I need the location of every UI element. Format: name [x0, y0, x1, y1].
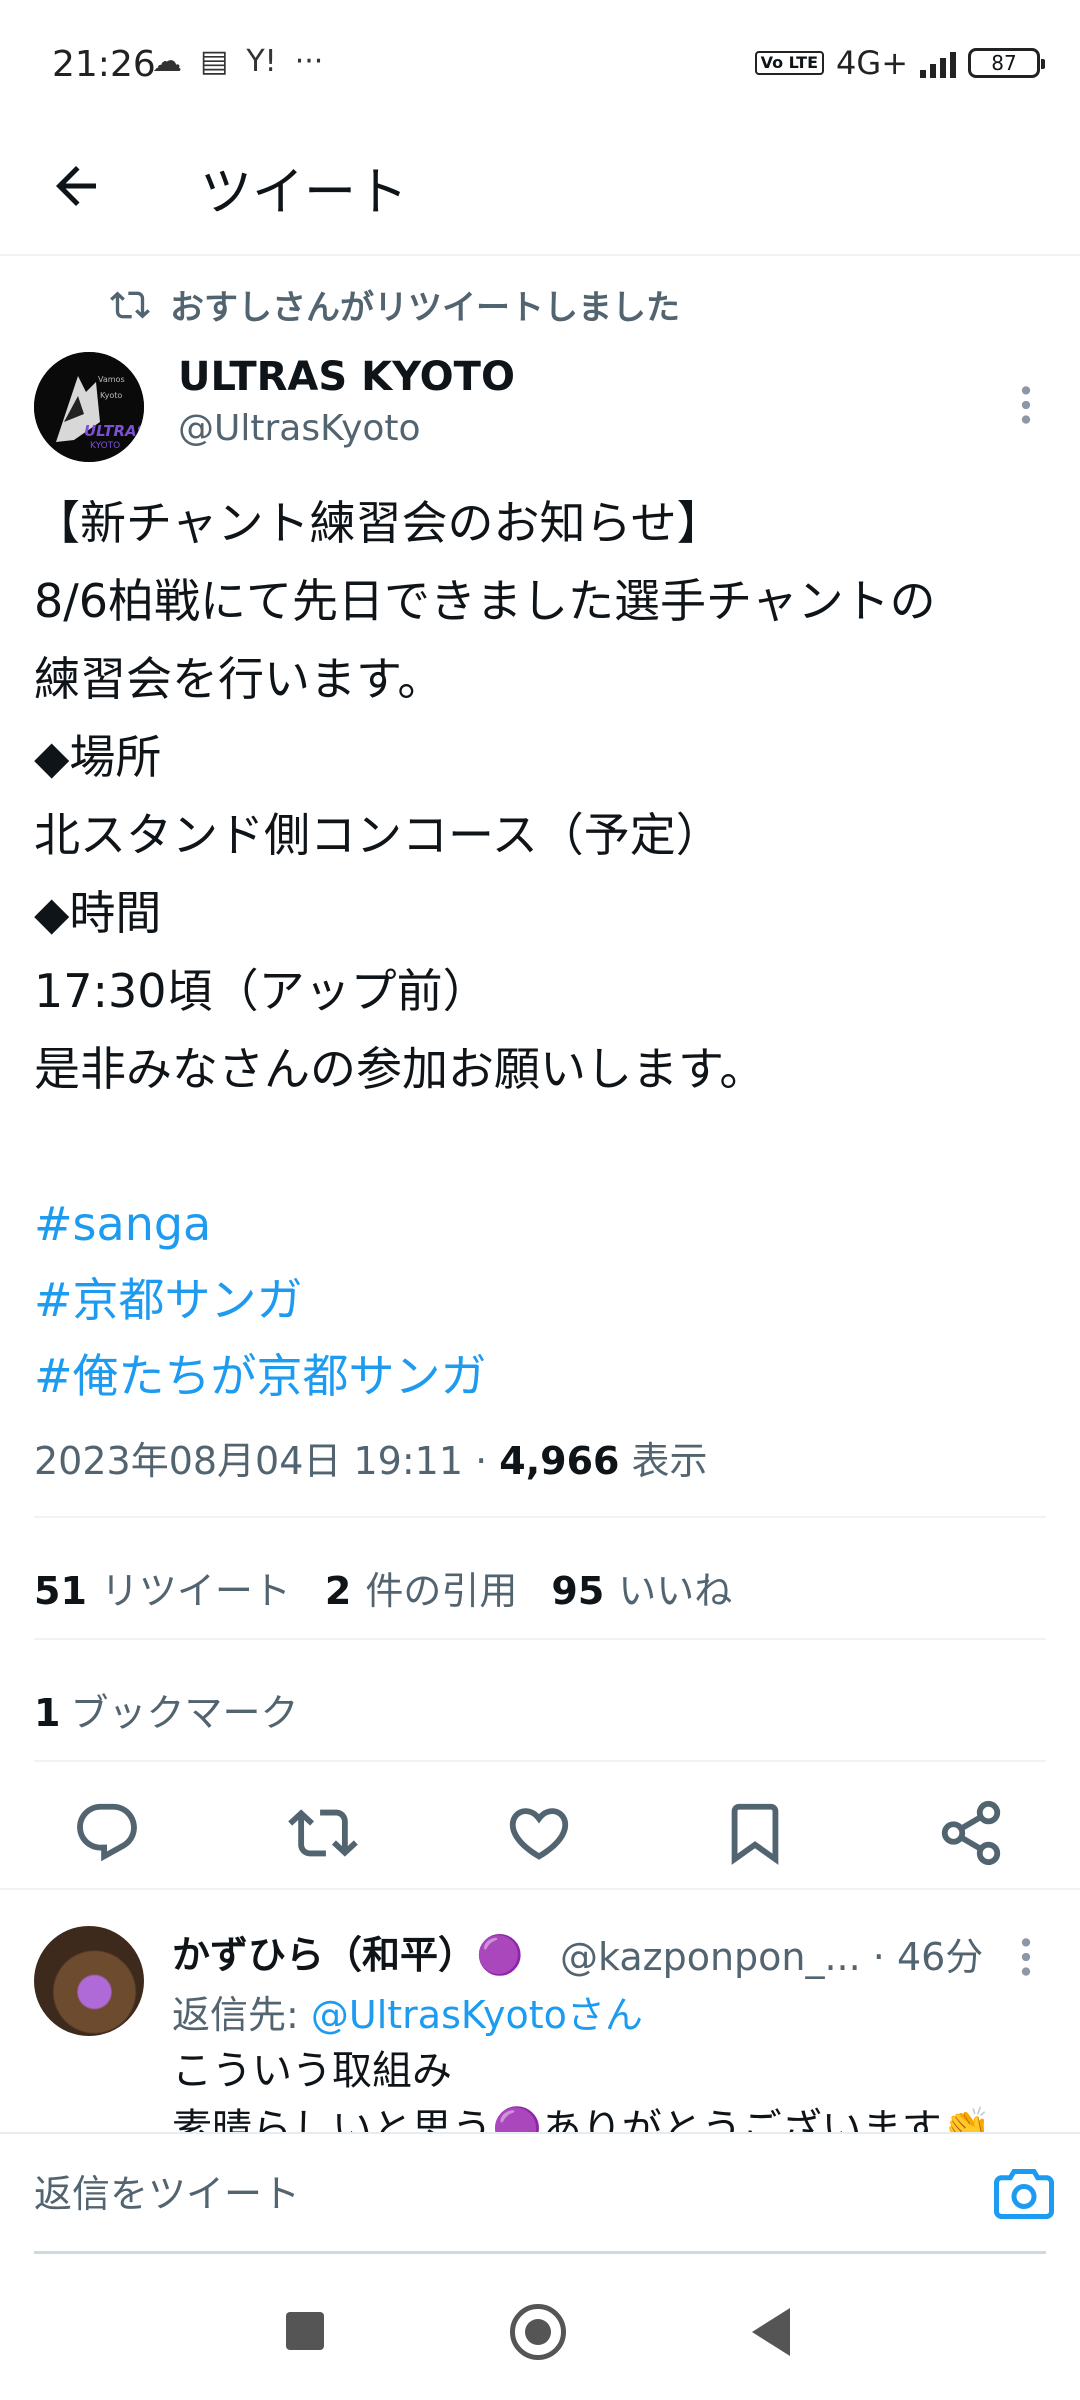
app-header: ツイート	[0, 130, 1080, 256]
tweet-line: ◆場所	[34, 730, 162, 784]
hashtag-link[interactable]: #京都サンガ	[34, 1273, 303, 1327]
status-time: 21:26	[52, 44, 156, 85]
tweet-line: ◆時間	[34, 886, 162, 940]
tweet-line: 【新チャント練習会のお知らせ】	[34, 496, 723, 550]
reply-item[interactable]: かずひら（和平）🟣 @kazponpon_... · 46分 返信先: @Ult…	[0, 1892, 1080, 2132]
volte-icon: Vo LTE	[754, 51, 825, 75]
svg-text:ULTRAS: ULTRAS	[84, 422, 144, 440]
reply-author-name[interactable]: かずひら（和平）🟣	[172, 1924, 523, 1979]
tweet-line: 練習会を行います。	[34, 652, 444, 706]
views-label: 表示	[619, 1439, 708, 1483]
bookmarks-stat[interactable]: 1 ブックマーク	[34, 1682, 298, 1737]
page-title: ツイート	[200, 163, 409, 223]
camera-icon[interactable]	[994, 2166, 1054, 2222]
signal-icon	[920, 48, 956, 78]
svg-text:KYOTO: KYOTO	[90, 441, 120, 451]
bookmarks-count: 1	[34, 1691, 61, 1735]
battery-icon: 87	[968, 48, 1045, 78]
svg-text:Vamos: Vamos	[98, 375, 125, 384]
tweet-line: 8/6柏戦にて先日できました選手チャントの	[34, 574, 936, 628]
tweet-text: 【新チャント練習会のお知らせ】 8/6柏戦にて先日できました選手チャントの 練習…	[34, 484, 1046, 1414]
ultras-logo-icon: Vamos Kyoto ULTRAS KYOTO	[34, 352, 144, 462]
views-count: 4,966	[499, 1439, 620, 1483]
retweet-action-icon[interactable]	[288, 1798, 358, 1868]
divider	[34, 1638, 1046, 1640]
author-handle[interactable]: @UltrasKyoto	[178, 408, 421, 449]
network-type: 4G+	[836, 44, 908, 82]
like-icon[interactable]	[504, 1798, 574, 1868]
reply-avatar[interactable]	[34, 1926, 144, 2036]
retweet-context-label: おすしさんがリツイートしました	[170, 288, 680, 328]
retweet-icon	[110, 290, 150, 319]
home-icon[interactable]	[510, 2304, 566, 2360]
status-system-icons: Vo LTE 4G+ 87	[754, 44, 1045, 82]
tweet-stats: 51 リツイート 2 件の引用 95 いいね	[34, 1560, 732, 1615]
reply-to-handle[interactable]: @UltrasKyotoさん	[311, 1993, 643, 2037]
tweet-line: 17:30頃（アップ前）	[34, 964, 489, 1018]
reply-line: こういう取組み	[172, 2048, 452, 2094]
share-icon[interactable]	[936, 1798, 1006, 1868]
bookmark-icon[interactable]	[720, 1798, 790, 1868]
more-options-icon[interactable]	[1006, 380, 1046, 430]
reply-to-line: 返信先: @UltrasKyotoさん	[172, 1984, 643, 2039]
svg-text:Kyoto: Kyoto	[100, 391, 122, 400]
author-avatar[interactable]: Vamos Kyoto ULTRAS KYOTO	[34, 352, 144, 462]
divider	[34, 1760, 1046, 1762]
tweet-line: 北スタンド側コンコース（予定）	[34, 808, 722, 862]
retweets-stat[interactable]: 51 リツイート	[34, 1560, 291, 1615]
yahoo-icon: Y!	[246, 44, 277, 79]
reply-icon[interactable]	[72, 1798, 142, 1868]
reply-input[interactable]: 返信をツイート	[34, 2134, 1046, 2254]
calendar-icon: ▤	[200, 44, 229, 79]
system-back-icon[interactable]	[752, 2308, 790, 2356]
bookmarks-label: ブックマーク	[70, 1691, 299, 1735]
more-dots-icon: ···	[294, 44, 324, 79]
status-notification-icons: ☁ ▤ Y! ···	[152, 44, 323, 79]
cloud-icon: ☁	[152, 44, 182, 79]
author-name[interactable]: ULTRAS KYOTO	[178, 354, 515, 400]
divider	[34, 1516, 1046, 1518]
tweet-line: 是非みなさんの参加お願いします。	[34, 1042, 766, 1096]
reply-author-handle[interactable]: @kazponpon_... · 46分	[560, 1926, 983, 1981]
reply-to-label: 返信先:	[172, 1993, 311, 2037]
status-bar: 21:26 ☁ ▤ Y! ··· Vo LTE 4G+ 87	[0, 0, 1080, 130]
tweet-timestamp: 2023年08月04日 19:11 · 4,966 表示	[34, 1430, 708, 1485]
likes-stat[interactable]: 95 いいね	[551, 1560, 732, 1615]
retweet-context[interactable]: おすしさんがリツイートしました	[110, 280, 680, 329]
quotes-stat[interactable]: 2 件の引用	[325, 1560, 517, 1615]
timestamp-text: 2023年08月04日 19:11 ·	[34, 1439, 500, 1483]
reply-compose-bar: 返信をツイート	[0, 2132, 1080, 2262]
hashtag-link[interactable]: #俺たちが京都サンガ	[34, 1349, 487, 1403]
hashtag-link[interactable]: #sanga	[34, 1197, 211, 1251]
tweet-author: Vamos Kyoto ULTRAS KYOTO ULTRAS KYOTO @U…	[34, 352, 1046, 464]
reply-text: こういう取組み 素晴らしいと思う🟣ありがとうございます👏	[172, 2042, 992, 2132]
reply-line: 素晴らしいと思う🟣ありがとうございます👏	[172, 2106, 992, 2132]
back-arrow-icon[interactable]	[46, 156, 106, 216]
reply-more-options-icon[interactable]	[1006, 1932, 1046, 1982]
recent-apps-icon[interactable]	[286, 2312, 324, 2350]
tweet-action-bar	[0, 1780, 1080, 1890]
system-nav-bar	[0, 2262, 1080, 2400]
